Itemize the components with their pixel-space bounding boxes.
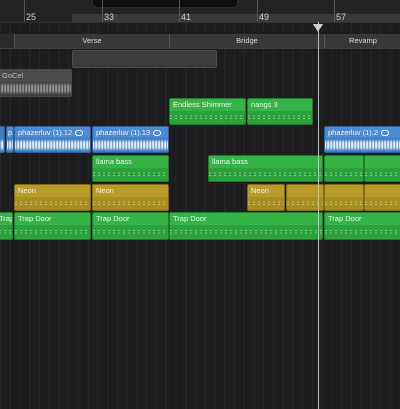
midi-region-trap-door[interactable]: Trap Door [324, 212, 400, 240]
midi-region-trap-door[interactable]: Trap Door [169, 212, 323, 240]
bar-number: 25 [26, 12, 37, 22]
loop-icon [75, 130, 84, 137]
midi-region-neon[interactable]: Neon [247, 184, 285, 211]
midi-region-neon[interactable]: Neon [92, 184, 169, 211]
region-waveform [93, 139, 168, 151]
region-waveform [325, 139, 400, 151]
midi-region-endless-shimmer[interactable]: Endless Shimmer [169, 98, 246, 125]
bar-number: 41 [181, 12, 192, 22]
region-label: Trap Door [328, 214, 362, 223]
region-label: Trap Door [18, 214, 52, 223]
region-label: p [8, 128, 13, 137]
arrangement-marker-verse[interactable]: Verse [14, 34, 169, 48]
playhead[interactable] [318, 22, 319, 409]
region-content [15, 226, 90, 237]
lcd-display [92, 0, 238, 8]
midi-region-trap-door[interactable]: Trap Door [92, 212, 169, 240]
region-header [325, 156, 363, 168]
midi-region-nangs-3[interactable]: nangs 3 [247, 98, 313, 125]
region-label: Endless Shimmer [173, 100, 232, 109]
region-label: llama bass [96, 157, 132, 166]
region-label: phazerluv (1).13 [96, 128, 162, 137]
region-label: phazerluv (1).2 [328, 128, 390, 137]
region-content [170, 226, 322, 237]
arrangement-marker-bridge[interactable]: Bridge [169, 34, 324, 48]
region-waveform [0, 139, 4, 151]
region-waveform [15, 139, 90, 151]
midi-region[interactable] [324, 184, 364, 211]
marker-label: Revamp [349, 36, 377, 45]
region-waveform [0, 82, 71, 95]
region-content [209, 169, 322, 179]
region-content [365, 169, 400, 179]
audio-region-phazerluv-2[interactable]: phazerluv (1).2 [324, 126, 400, 153]
midi-region-neon[interactable]: Neon [14, 184, 91, 211]
region-label: Trap Door [96, 214, 130, 223]
midi-region[interactable] [364, 184, 400, 211]
region-label: GoCel [2, 71, 24, 80]
region-name: phazerluv (1).12 [18, 128, 73, 137]
audio-region-phazerluv-12[interactable]: phazerluv (1).12 [14, 126, 91, 153]
region-content [15, 198, 90, 208]
midi-region-llama-bass[interactable]: llama bass [92, 155, 169, 182]
playhead-handle-icon[interactable] [313, 24, 323, 32]
region-label: Neon [96, 186, 114, 195]
region-content [93, 198, 168, 208]
ruler-tick [102, 0, 103, 22]
region-content [93, 226, 168, 237]
audio-region-gocel[interactable]: GoCel [0, 69, 72, 97]
region-label: Trap Door [173, 214, 207, 223]
region-content [73, 64, 216, 65]
region-content [325, 169, 363, 179]
cycle-range[interactable] [72, 14, 400, 22]
region-content [248, 198, 284, 208]
midi-region[interactable] [364, 155, 400, 182]
region-waveform [7, 139, 13, 151]
bar-number: 49 [259, 12, 270, 22]
ruler-tick [179, 0, 180, 22]
audio-region[interactable] [0, 126, 5, 153]
region-content [170, 112, 245, 122]
region-label: Neon [18, 186, 36, 195]
region-label: phazerluv (1).12 [18, 128, 84, 137]
ruler-tick [24, 0, 25, 22]
region-name: phazerluv (1).2 [328, 128, 379, 137]
region-content [0, 226, 12, 237]
region-content [248, 112, 312, 122]
bar-ruler[interactable]: 25 33 41 49 57 [0, 0, 400, 23]
region-content [93, 169, 168, 179]
region-content [365, 198, 400, 208]
region-label: Trap [0, 214, 12, 223]
audio-region-phazerluv-13[interactable]: phazerluv (1).13 [92, 126, 169, 153]
midi-region[interactable] [324, 155, 364, 182]
midi-region-trap-door[interactable]: Trap Door [14, 212, 91, 240]
bar-number: 57 [336, 12, 347, 22]
loop-icon [153, 130, 162, 137]
arrangement-track[interactable]: Verse Bridge Revamp [0, 34, 400, 49]
ruler-tick [334, 0, 335, 22]
marker-label: Verse [82, 36, 102, 45]
audio-region-p[interactable]: p [6, 126, 14, 153]
tracks-area[interactable]: 25 33 41 49 57 Verse Bridge Revamp GoCel… [0, 0, 400, 409]
region-header [325, 185, 363, 197]
audio-region[interactable] [72, 50, 217, 68]
marker-label: Bridge [236, 36, 258, 45]
region-label: llama bass [212, 157, 248, 166]
region-label: nangs 3 [251, 100, 278, 109]
arrangement-marker-revamp[interactable]: Revamp [324, 34, 400, 48]
midi-region-trap[interactable]: Trap [0, 212, 13, 240]
region-label: Neon [251, 186, 269, 195]
region-header [365, 185, 400, 197]
midi-region-llama-bass[interactable]: llama bass [208, 155, 323, 182]
region-content [325, 226, 400, 237]
region-header [365, 156, 400, 168]
bar-number: 33 [104, 12, 115, 22]
loop-icon [381, 130, 390, 137]
ruler-tick [257, 0, 258, 22]
region-content [325, 198, 363, 208]
region-name: phazerluv (1).13 [96, 128, 151, 137]
